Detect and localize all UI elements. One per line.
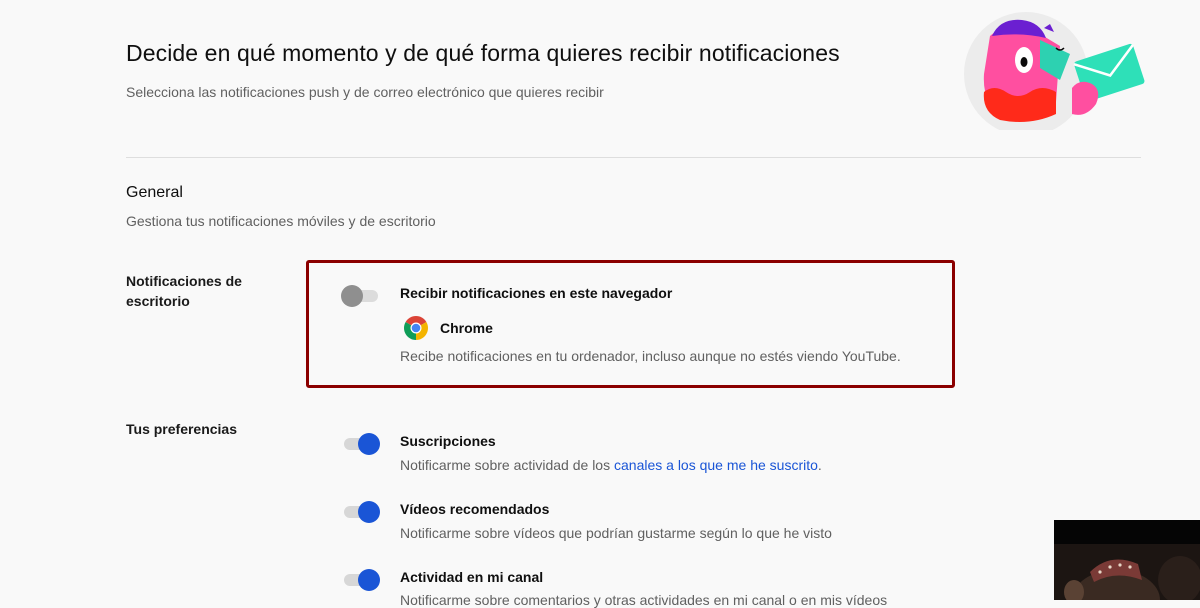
header-divider — [126, 157, 1141, 158]
toggle-knob — [341, 285, 363, 307]
subscriptions-desc-suffix: . — [817, 457, 822, 473]
channel-activity-title: Actividad en mi canal — [400, 569, 544, 585]
channel-activity-toggle[interactable] — [341, 567, 381, 591]
subscriptions-desc: Notificarme sobre actividad de los canal… — [400, 457, 822, 473]
subscribed-channels-link[interactable]: canales a los que me he suscrito — [614, 457, 818, 473]
desktop-notifications-label: Notificaciones de escritorio — [126, 273, 242, 309]
toggle-knob — [358, 433, 380, 455]
subscriptions-desc-text: Notificarme sobre actividad de los — [400, 457, 614, 473]
mini-player-video-frame — [1054, 520, 1200, 600]
browser-notifications-desc: Recibe notificaciones en tu ordenador, i… — [400, 348, 901, 364]
preferences-label: Tus preferencias — [126, 421, 238, 437]
subscriptions-title: Suscripciones — [400, 433, 496, 449]
page-title: Decide en qué momento y de qué forma qui… — [126, 40, 840, 66]
recommended-videos-desc: Notificarme sobre vídeos que podrían gus… — [400, 525, 832, 541]
mini-player[interactable] — [1054, 520, 1200, 600]
channel-activity-desc: Notificarme sobre comentarios y otras ac… — [400, 592, 888, 608]
section-subtitle-general: Gestiona tus notificaciones móviles y de… — [126, 213, 436, 229]
browser-notifications-title: Recibir notificaciones en este navegador — [400, 285, 673, 301]
page-subtitle: Selecciona las notificaciones push y de … — [126, 84, 604, 100]
toggle-knob — [358, 569, 380, 591]
recommended-videos-toggle[interactable] — [341, 499, 381, 523]
browser-info: Chrome — [404, 316, 493, 340]
subscriptions-toggle[interactable] — [341, 431, 381, 455]
notification-illustration — [964, 12, 1145, 130]
browser-notifications-toggle[interactable] — [341, 283, 381, 307]
section-title-general: General — [126, 184, 183, 201]
chrome-icon — [404, 316, 428, 340]
toggle-knob — [358, 501, 380, 523]
recommended-videos-title: Vídeos recomendados — [400, 501, 550, 517]
browser-name: Chrome — [440, 320, 493, 336]
